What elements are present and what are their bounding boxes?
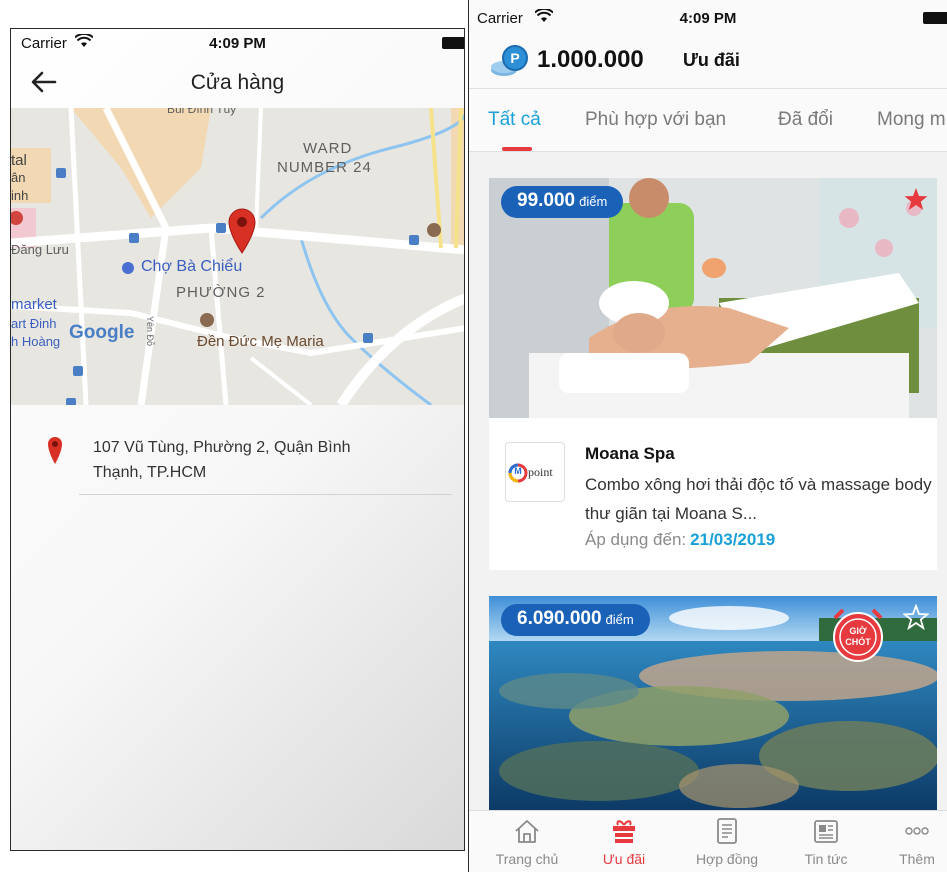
coin-icon: P	[491, 45, 528, 76]
points-cost-badge: 99.000 điểm	[501, 186, 624, 218]
deal-description: Combo xông hơi thải độc tố và massage bo…	[585, 475, 932, 523]
contract-icon	[717, 818, 737, 844]
divider	[79, 494, 452, 495]
points-header: P 1.000.000 Ưu đãi	[469, 30, 947, 88]
map-label: Đền Đức Mẹ Maria	[197, 333, 324, 350]
deal-image: 6.090.000 điểm GIỜ CHÓT	[489, 596, 937, 810]
deal-card[interactable]: 6.090.000 điểm GIỜ CHÓT	[489, 596, 937, 810]
map-label: inh	[11, 188, 29, 203]
status-bar: Carrier 4:09 PM	[469, 0, 947, 30]
nav-label: Tin tức	[804, 851, 848, 867]
location-pin-icon	[48, 437, 62, 464]
nav-label: Thêm	[899, 851, 935, 867]
page-title: Cửa hàng	[190, 71, 285, 94]
nav-label: Ưu đãi	[602, 851, 646, 867]
bottom-tab-bar: Trang chủ Ưu đãi Hợp đồng Tin tức Thêm	[469, 810, 947, 872]
star-icon[interactable]	[903, 186, 929, 212]
map-label: market	[11, 296, 57, 313]
map-label: Bùi Đình Túy	[167, 108, 237, 116]
nav-label: Trang chủ	[495, 851, 559, 867]
active-tab-indicator	[502, 147, 532, 151]
deal-expiry-date: 21/03/2019	[690, 530, 776, 549]
points-cost-badge: 6.090.000 điểm	[501, 604, 650, 636]
nav-item-news[interactable]: Tin tức	[778, 811, 874, 872]
map-pin-icon[interactable]	[227, 206, 257, 254]
clock-label: 4:09 PM	[209, 35, 266, 52]
map-label: h Hoàng	[11, 334, 61, 349]
tab-redeemed[interactable]: Đã đổi	[778, 109, 833, 131]
deal-image: 99.000 điểm	[489, 178, 937, 418]
points-balance: 1.000.000	[537, 46, 644, 73]
badge-text-line1: GIỜ	[849, 626, 867, 636]
tab-all[interactable]: Tất cả	[488, 109, 541, 131]
nav-item-contracts[interactable]: Hợp đồng	[679, 811, 775, 872]
offers-screen: Carrier 4:09 PM P 1.000.000 Ưu đãi Tất c…	[468, 0, 947, 872]
store-screen: Carrier 4:09 PM Cửa hàng Bùi Đình Túy WA…	[10, 28, 465, 851]
map-label: Chợ Bà Chiểu	[141, 258, 243, 275]
store-address: 107 Vũ Tùng, Phường 2, Quận Bình Thạnh, …	[93, 439, 351, 481]
star-outline-icon[interactable]	[903, 604, 929, 630]
map-label: ân	[11, 170, 26, 185]
battery-icon	[442, 37, 464, 49]
news-icon	[814, 820, 838, 843]
deal-card[interactable]: 99.000 điểm M point Moana Spa Combo xông …	[489, 178, 937, 570]
deal-info: M point Moana Spa Combo xông hơi thải độ…	[489, 426, 937, 570]
map-label: tal	[11, 152, 27, 169]
tab-suitable[interactable]: Phù hợp với bạn	[585, 109, 726, 131]
map-label: WARD	[303, 140, 353, 157]
nav-item-home[interactable]: Trang chủ	[479, 811, 575, 872]
badge-text-line2: CHÓT	[845, 637, 871, 647]
map-roads	[11, 108, 464, 405]
nav-item-offers[interactable]: Ưu đãi	[576, 811, 672, 872]
navigation-bar: Cửa hàng	[11, 59, 464, 107]
map-label: NUMBER 24	[277, 159, 372, 176]
logo-letter: M	[514, 466, 522, 476]
map-label: Yên Đỗ	[145, 315, 156, 347]
store-address-row[interactable]: 107 Vũ Tùng, Phường 2, Quận Bình Thạnh, …	[11, 429, 464, 499]
points-unit: điểm	[579, 194, 608, 209]
map-label: Đăng Lưu	[11, 242, 69, 257]
google-logo: Google	[69, 322, 135, 343]
svg-text:P: P	[510, 50, 519, 66]
nav-label: Hợp đồng	[695, 851, 759, 867]
offer-tabs: Tất cả Phù hợp với bạn Đã đổi Mong m	[469, 88, 947, 152]
page-title: Ưu đãi	[683, 50, 740, 70]
map-label: PHƯỜNG 2	[176, 284, 266, 301]
clock-label: 4:09 PM	[679, 10, 737, 27]
deal-expiry: Áp dụng đến: 21/03/2019	[585, 530, 775, 550]
nav-item-more[interactable]: Thêm	[869, 811, 947, 872]
store-map[interactable]: Bùi Đình Túy WARD NUMBER 24 tal ân inh Đ…	[11, 108, 464, 405]
gift-icon	[613, 820, 635, 843]
more-icon	[905, 827, 929, 835]
map-label: art Đinh	[11, 316, 57, 331]
deal-expiry-label: Áp dụng đến:	[585, 530, 687, 549]
points-unit: điểm	[605, 612, 634, 627]
merchant-name: Moana Spa	[585, 444, 675, 463]
last-minute-badge: GIỜ CHÓT	[829, 606, 887, 664]
home-icon	[515, 820, 539, 843]
points-cost: 6.090.000	[517, 608, 602, 629]
tab-wishlist[interactable]: Mong m	[877, 109, 946, 131]
merchant-logo: M point	[505, 442, 565, 502]
logo-text: point	[528, 465, 553, 479]
battery-icon	[923, 12, 947, 24]
points-cost: 99.000	[517, 190, 576, 211]
status-bar: Carrier 4:09 PM	[11, 29, 464, 57]
